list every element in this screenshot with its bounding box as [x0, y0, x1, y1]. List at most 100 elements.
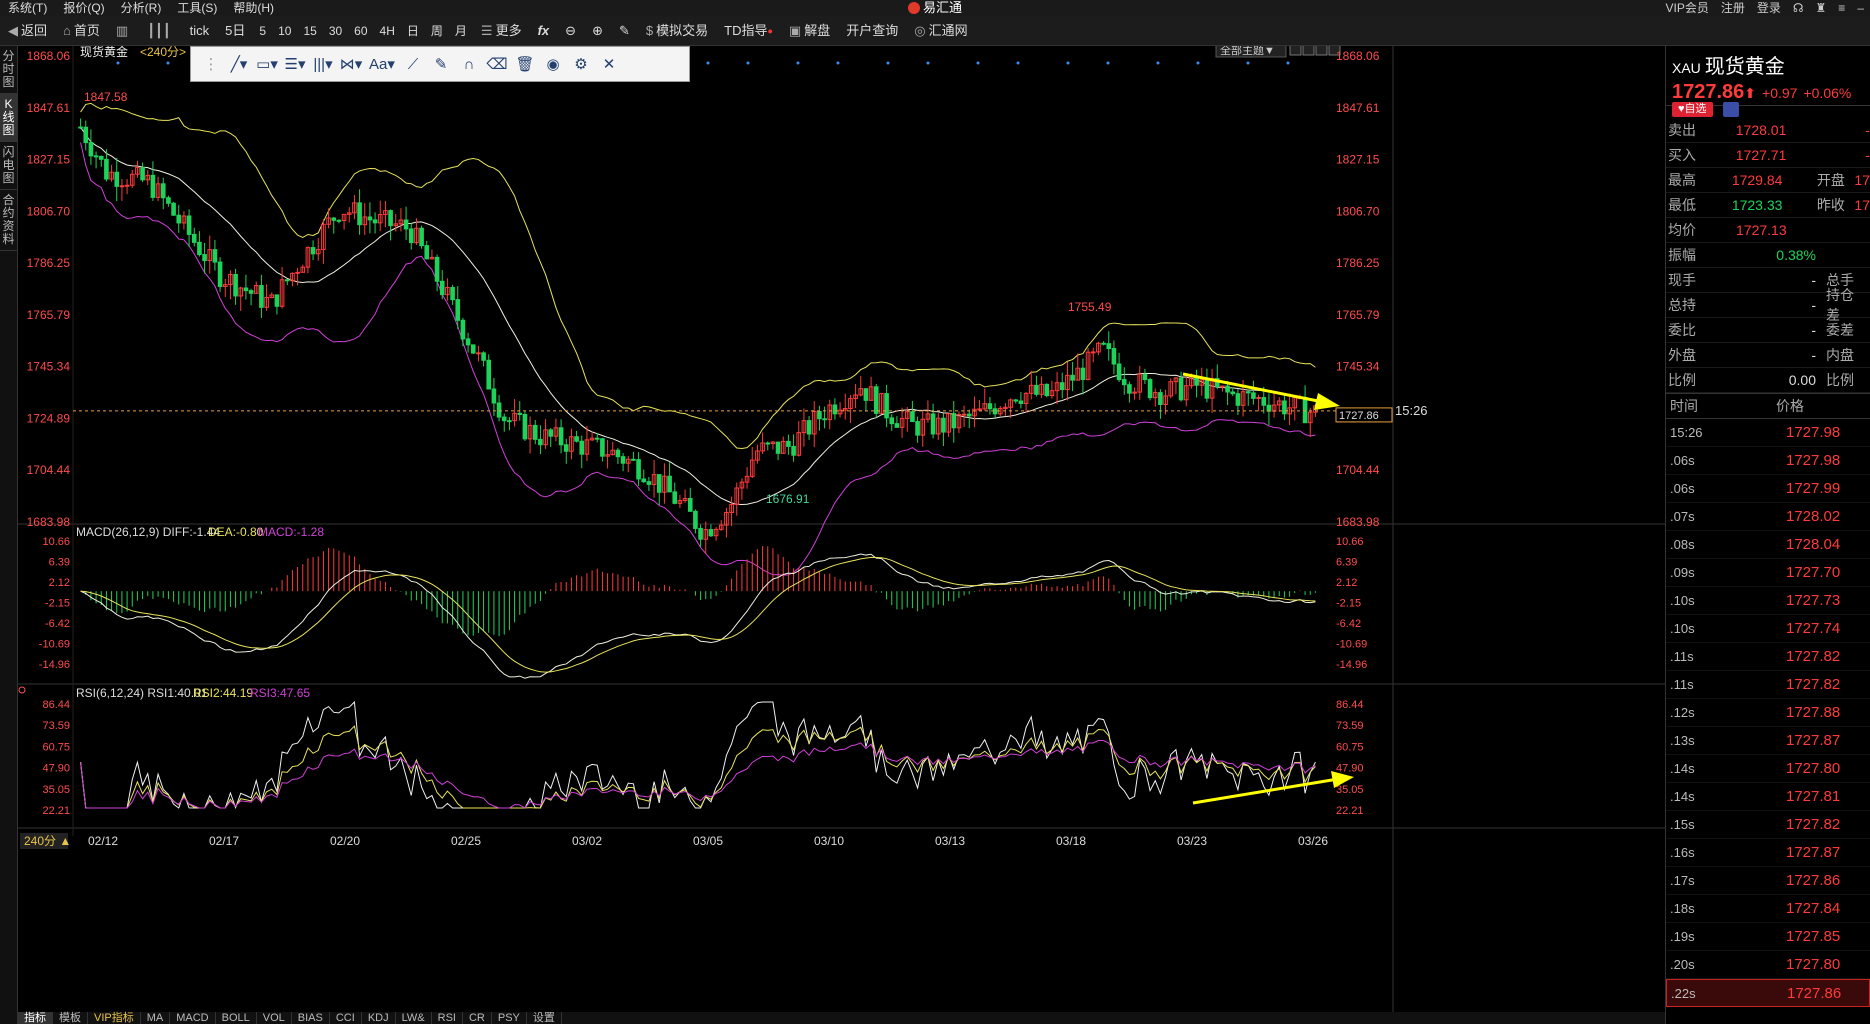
tick-row: .22s 1727.86 — [1666, 979, 1870, 1007]
tab-indicator[interactable]: 指标 — [18, 1012, 53, 1024]
fib-tool-icon[interactable]: ☰▾ — [281, 50, 309, 78]
tab-cr[interactable]: CR — [463, 1012, 492, 1024]
fx678-button[interactable]: ◎ 汇通网 — [906, 16, 975, 46]
candle-body — [176, 214, 182, 224]
line-tool-icon[interactable]: ╱▾ — [225, 50, 253, 78]
period-month[interactable]: 月 — [449, 16, 473, 46]
period-30[interactable]: 30 — [323, 16, 348, 46]
channel-tool-icon[interactable]: |||▾ — [309, 50, 337, 78]
headset-icon[interactable]: ☊ — [1787, 0, 1810, 16]
candle-body — [124, 184, 130, 187]
low-annotation: 1676.91 — [766, 492, 810, 506]
candle-body — [641, 478, 647, 483]
menu-help[interactable]: 帮助(H) — [225, 0, 282, 16]
line-chart-button[interactable]: ▥ — [108, 16, 139, 46]
macd-dea-line — [80, 556, 1316, 673]
period-week[interactable]: 周 — [425, 16, 449, 46]
tick-price: 1727.80 — [1786, 760, 1841, 777]
formula-button[interactable]: fx — [530, 16, 558, 46]
candle-body — [434, 256, 440, 282]
login-link[interactable]: 登录 — [1751, 0, 1787, 16]
menu-system[interactable]: 系统(T) — [0, 0, 55, 16]
back-button[interactable]: ◀ 返回 — [0, 16, 55, 46]
period-4h[interactable]: 4H — [374, 16, 401, 46]
period-60[interactable]: 60 — [348, 16, 373, 46]
tick-list[interactable]: 15:26 1727.98 .06s 1727.98 .06s 1727.99 .07s 17… — [1666, 419, 1870, 1007]
period-5day[interactable]: 5日 — [217, 16, 253, 46]
quote-row-value2: 17 — [1854, 172, 1870, 188]
candle-body — [786, 440, 791, 447]
tab-vip-indicator[interactable]: VIP指标 — [88, 1012, 141, 1024]
minimize-icon[interactable]: – — [1851, 0, 1870, 16]
gear-icon[interactable]: ⚙ — [567, 50, 595, 78]
period-5[interactable]: 5 — [253, 16, 272, 46]
view-flash[interactable]: 闪电图 — [0, 142, 17, 190]
tab-boll[interactable]: BOLL — [216, 1012, 257, 1024]
pattern-tool-icon[interactable]: ⋈▾ — [337, 50, 365, 78]
text-tool-icon[interactable]: Aa▾ — [365, 50, 399, 78]
pen-icon[interactable]: ✎ — [611, 16, 638, 46]
trash-icon[interactable]: 🗑 — [511, 50, 539, 78]
price-axis-label-left: 1745.34 — [27, 360, 71, 374]
drag-handle-icon[interactable]: ⋮ — [197, 50, 225, 78]
eye-icon[interactable]: ◉ — [539, 50, 567, 78]
tick-price: 1727.82 — [1786, 648, 1841, 665]
more-button[interactable]: ☰ 更多 — [473, 16, 530, 46]
tab-rsi[interactable]: RSI — [432, 1012, 463, 1024]
rect-tool-icon[interactable]: ▭▾ — [253, 50, 281, 78]
tab-macd[interactable]: MACD — [170, 1012, 216, 1024]
tab-psy[interactable]: PSY — [492, 1012, 527, 1024]
period-15[interactable]: 15 — [297, 16, 322, 46]
register-link[interactable]: 注册 — [1715, 0, 1751, 16]
account-query-button[interactable]: 开户查询 — [838, 16, 906, 46]
menu-analysis[interactable]: 分析(R) — [113, 0, 170, 16]
alert-bell-icon[interactable] — [1722, 102, 1739, 117]
tab-template[interactable]: 模板 — [53, 1012, 88, 1024]
home-button[interactable]: ⌂ 首页 — [55, 16, 108, 46]
macd-axis-label-left: -2.15 — [45, 598, 70, 610]
period-10[interactable]: 10 — [272, 16, 297, 46]
quote-row-value: 0.00 — [1788, 372, 1816, 388]
add-favorite-button[interactable]: ♥自选 — [1672, 102, 1713, 117]
tab-lw[interactable]: LW& — [396, 1012, 432, 1024]
sim-trade-button[interactable]: $ 模拟交易 — [638, 16, 716, 46]
vip-link[interactable]: VIP会员 — [1659, 0, 1714, 16]
candle-body — [1302, 396, 1308, 424]
quote-row-label: 最高 — [1668, 172, 1696, 188]
candle-body — [646, 481, 652, 485]
zoom-in-icon[interactable]: ⊕ — [584, 16, 611, 46]
ruler-icon[interactable]: ⟋ — [399, 50, 427, 78]
tab-ma[interactable]: MA — [141, 1012, 171, 1024]
menu-quote[interactable]: 报价(Q) — [55, 0, 112, 16]
period-day[interactable]: 日 — [401, 16, 425, 46]
chart-panel[interactable]: 现货黄金 <240分> 全部主题▼ 1868.06 1868.06 1847.61 1847… — [18, 46, 1665, 1012]
macd-axis-label-right: -6.42 — [1336, 618, 1361, 630]
td-guide-button[interactable]: TD指导● — [716, 16, 781, 46]
tick-time: .15s — [1670, 817, 1695, 832]
view-kline[interactable]: K线图 — [0, 94, 17, 142]
eraser-icon[interactable]: ⌫ — [483, 50, 511, 78]
tab-settings[interactable]: 设置 — [527, 1012, 562, 1024]
tab-bias[interactable]: BIAS — [292, 1012, 330, 1024]
tab-kdj[interactable]: KDJ — [362, 1012, 396, 1024]
tab-cci[interactable]: CCI — [330, 1012, 362, 1024]
zoom-out-icon[interactable]: ⊖ — [557, 16, 584, 46]
magnet-icon[interactable]: ∩ — [455, 50, 483, 78]
candle-body — [966, 413, 972, 417]
analysis-button[interactable]: ▣ 解盘 — [781, 16, 838, 46]
candle-chart-button[interactable]: ┃┃┃ — [139, 16, 181, 46]
menu-tools[interactable]: 工具(S) — [169, 0, 225, 16]
close-icon[interactable]: ✕ — [595, 50, 623, 78]
candle-body — [961, 413, 967, 416]
skin-icon[interactable]: ♜ — [1810, 0, 1833, 16]
menu-icon[interactable]: ≡ — [1832, 0, 1851, 16]
quote-row-value: 1728.01 — [1735, 122, 1787, 138]
period-tick[interactable]: tick — [182, 16, 218, 46]
kline-chart[interactable]: 现货黄金 <240分> 全部主题▼ 1868.06 1868.06 1847.61 1847… — [18, 46, 1665, 1012]
tick-price: 1727.80 — [1786, 956, 1841, 973]
view-timeshare[interactable]: 分时图 — [0, 46, 17, 94]
tab-vol[interactable]: VOL — [257, 1012, 292, 1024]
brush-icon[interactable]: ✎ — [427, 50, 455, 78]
view-contract-info[interactable]: 合约资料 — [0, 190, 17, 251]
event-dot — [116, 61, 120, 65]
